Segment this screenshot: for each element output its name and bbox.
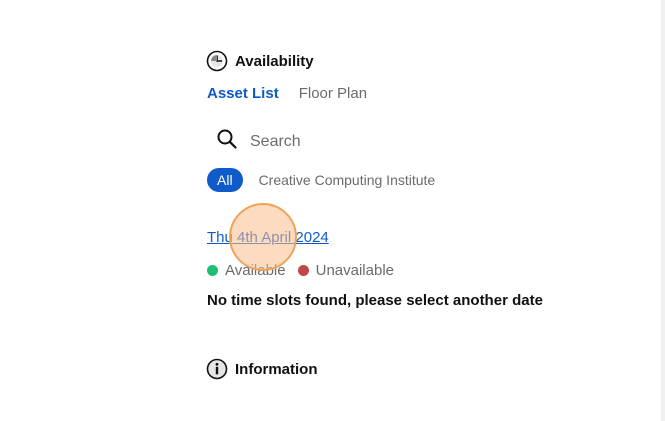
- availability-legend: Available Unavailable: [207, 262, 406, 279]
- available-dot: [207, 265, 218, 276]
- legend-available: Available: [207, 262, 286, 279]
- filter-chips: All Creative Computing Institute: [207, 168, 435, 192]
- search-bar: [216, 128, 452, 155]
- right-edge-divider: [661, 0, 665, 421]
- availability-header: Availability: [206, 50, 314, 72]
- legend-unavailable: Unavailable: [297, 262, 394, 279]
- filter-creative-computing-institute[interactable]: Creative Computing Institute: [259, 172, 436, 188]
- availability-title: Availability: [235, 52, 314, 70]
- no-slots-message: No time slots found, please select anoth…: [207, 292, 543, 309]
- view-tabs: Asset List Floor Plan: [207, 85, 367, 102]
- info-icon: [206, 358, 228, 380]
- legend-unavailable-label: Unavailable: [315, 262, 394, 279]
- clock-icon: [206, 50, 228, 72]
- search-icon[interactable]: [216, 128, 238, 155]
- information-title: Information: [235, 360, 318, 378]
- legend-available-label: Available: [225, 262, 286, 279]
- information-header: Information: [206, 358, 318, 380]
- date-link[interactable]: Thu 4th April 2024: [207, 229, 329, 246]
- page: Availability Asset List Floor Plan All C…: [0, 0, 665, 421]
- search-input[interactable]: [248, 131, 452, 152]
- filter-all-chip[interactable]: All: [207, 168, 243, 192]
- tab-floor-plan[interactable]: Floor Plan: [299, 85, 367, 102]
- unavailable-dot: [297, 265, 309, 276]
- tab-asset-list[interactable]: Asset List: [207, 85, 279, 102]
